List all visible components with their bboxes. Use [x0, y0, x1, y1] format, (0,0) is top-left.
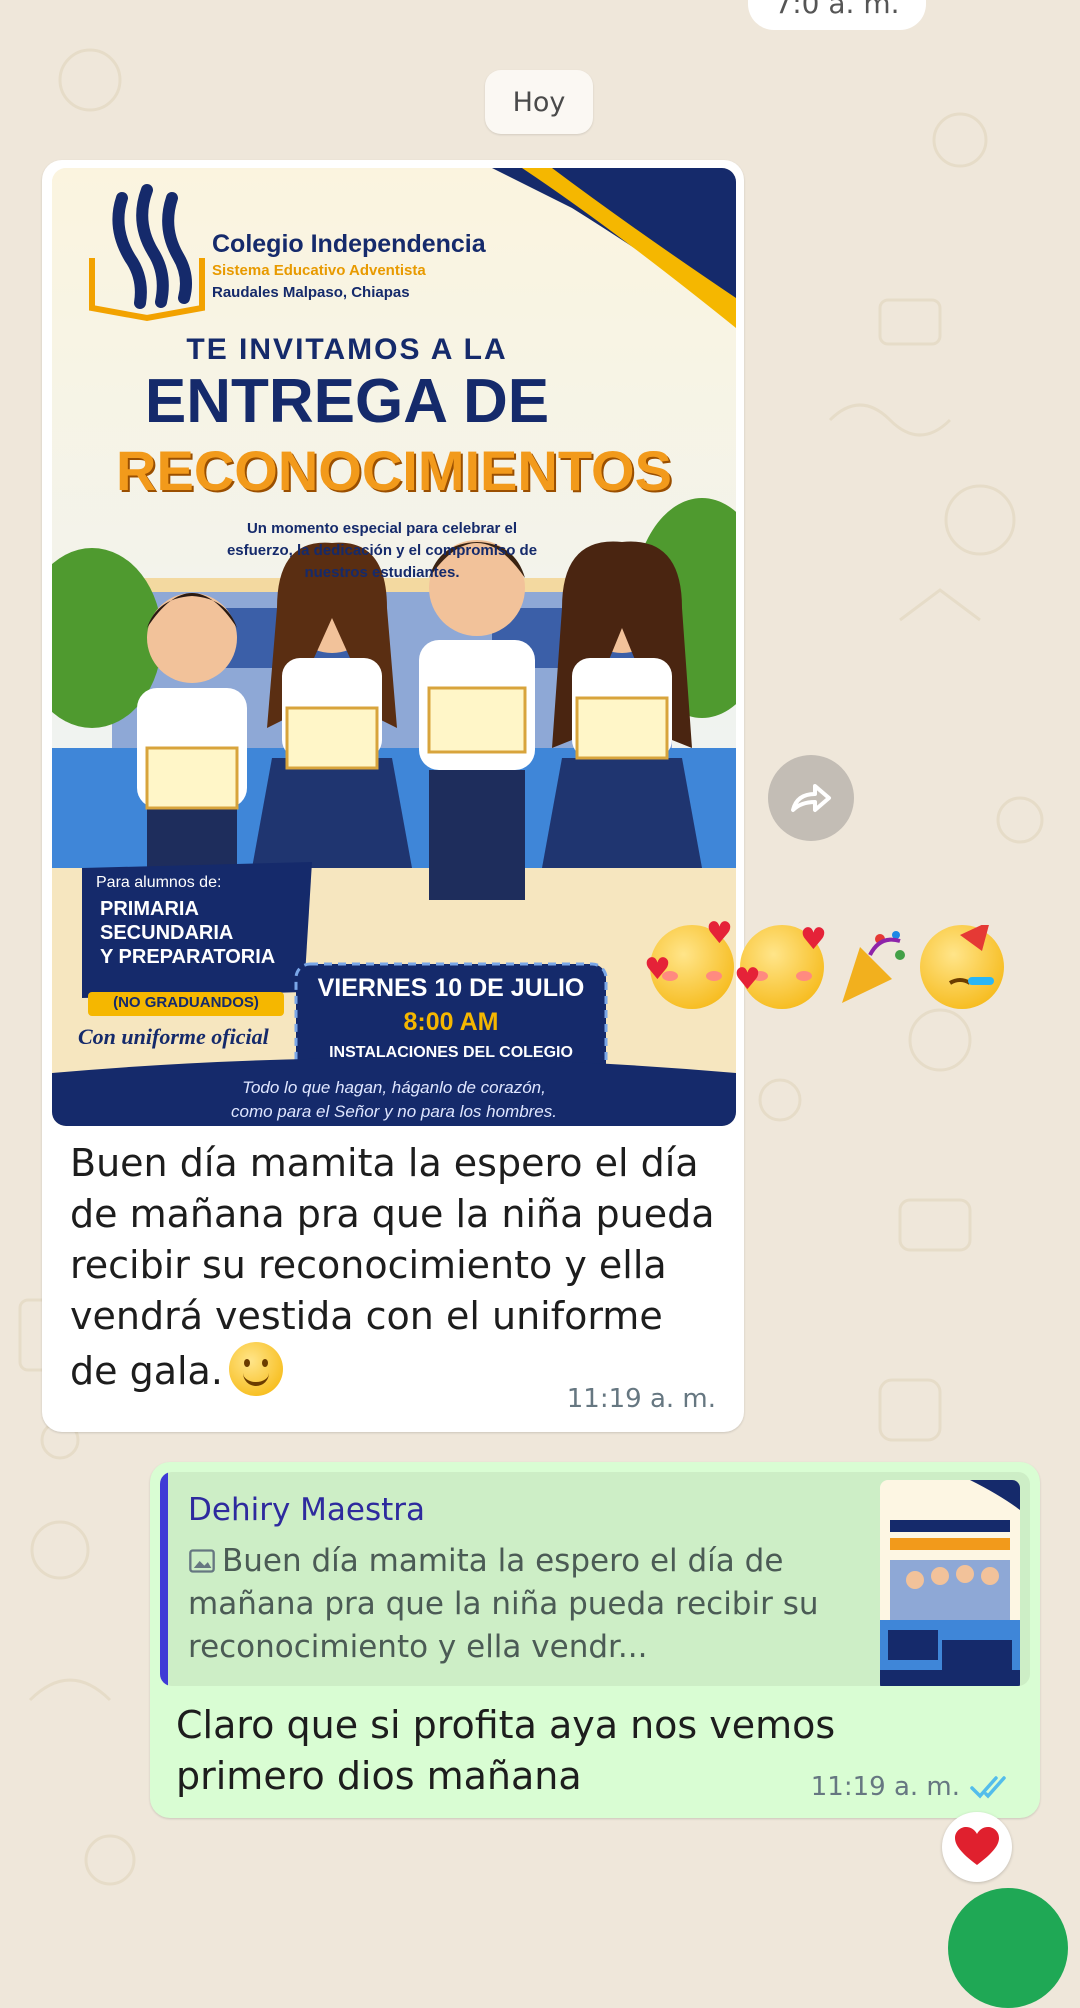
red-heart-icon — [955, 1827, 999, 1865]
flyer-level-2: SECUNDARIA — [100, 922, 234, 944]
quoted-image-thumbnail — [880, 1480, 1020, 1686]
incoming-message-bubble[interactable]: Colegio Independencia Sistema Educativo … — [42, 160, 744, 1432]
flyer-image[interactable]: Colegio Independencia Sistema Educativo … — [52, 168, 736, 1126]
incoming-text-content: Buen día mamita la espero el día de maña… — [70, 1141, 715, 1393]
double-check-icon — [970, 1776, 1006, 1799]
quoted-author: Dehiry Maestra — [188, 1492, 426, 1528]
flyer-level-3: Y PREPARATORIA — [100, 946, 276, 968]
flyer-level-1: PRIMARIA — [100, 898, 199, 920]
image-icon — [189, 1549, 215, 1573]
flyer-for-students: Para alumnos de: — [96, 874, 222, 891]
forward-icon[interactable] — [768, 755, 854, 841]
red-heart-reaction[interactable] — [942, 1812, 1012, 1882]
outgoing-message-bubble[interactable]: Dehiry Maestra Buen día mamita la espero… — [150, 1462, 1040, 1818]
flyer-not-graduating: (NO GRADUANDOS) — [113, 994, 259, 1011]
message-reactions[interactable]: ♥ ♥ ♥ ♥ — [644, 919, 1004, 1009]
flyer-invite-line: TE INVITAMOS A LA — [186, 333, 508, 366]
quoted-message[interactable]: Dehiry Maestra Buen día mamita la espero… — [160, 1472, 1030, 1686]
smiling-face-with-hearts-icon: ♥ ♥ — [644, 919, 734, 1009]
outgoing-message-time: 11:19 a. m. — [810, 1772, 960, 1802]
scroll-to-bottom-button[interactable] — [948, 1888, 1068, 2008]
date-separator: Hoy — [485, 70, 593, 134]
flyer-verse-1: Todo lo que hagan, háganlo de corazón, — [242, 1078, 546, 1097]
forward-arrow-glyph — [791, 784, 831, 812]
incoming-message-text: Buen día mamita la espero el día de maña… — [70, 1138, 720, 1397]
outgoing-message-text: Claro que si profita aya nos vemos prime… — [176, 1703, 836, 1798]
previous-message-time: 7:0 a. m. — [748, 0, 926, 30]
flyer-venue: INSTALACIONES DEL COLEGIO — [329, 1044, 573, 1061]
flyer-time: 8:00 AM — [403, 1008, 499, 1036]
flyer-school-location: Raudales Malpaso, Chiapas — [212, 284, 410, 301]
flyer-verse-2: como para el Señor y no para los hombres… — [230, 1102, 557, 1121]
flyer-headline-1: ENTREGA DE — [144, 367, 550, 436]
flyer-date: VIERNES 10 DE JULIO — [317, 974, 585, 1002]
incoming-message-time: 11:19 a. m. — [566, 1384, 716, 1414]
slightly-smiling-face-icon — [228, 1342, 283, 1396]
quoted-text: Buen día mamita la espero el día de maña… — [188, 1540, 868, 1669]
partying-face-icon — [920, 925, 1004, 1009]
smiling-face-with-hearts-icon: ♥ ♥ — [734, 925, 827, 1009]
quoted-text-content: Buen día mamita la espero el día de maña… — [188, 1543, 819, 1665]
outgoing-message-meta: 11:19 a. m. — [811, 1772, 1014, 1802]
flyer-school-system: Sistema Educativo Adventista — [212, 262, 426, 279]
flyer-headline-2: RECONOCIMIENTOS — [116, 439, 672, 502]
party-popper-icon — [830, 925, 914, 1009]
flyer-school-name: Colegio Independencia — [212, 230, 486, 258]
flyer-uniform: Con uniforme oficial — [78, 1024, 269, 1049]
quote-accent-bar — [160, 1472, 168, 1686]
flyer-description: Un momento especial para celebrar el esf… — [226, 520, 538, 581]
